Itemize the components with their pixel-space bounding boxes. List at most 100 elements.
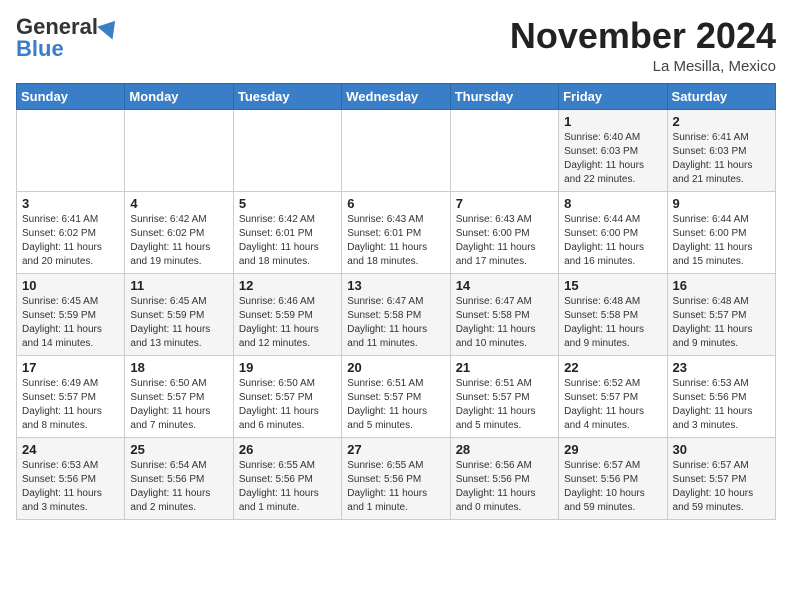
- table-row: 13Sunrise: 6:47 AM Sunset: 5:58 PM Dayli…: [342, 273, 450, 355]
- day-number: 18: [130, 360, 227, 375]
- calendar-week-row: 17 Sunrise: 6:49 AM Sunset: 5:57 PM Dayli…: [17, 355, 776, 437]
- table-row: 15 Sunrise: 6:48 AM Sunset: 5:58 PM Dayli…: [559, 273, 667, 355]
- day-info: Sunrise: 6:53 AM Sunset: 5:56 PM Dayligh…: [22, 459, 119, 515]
- day-number: 25: [130, 442, 227, 457]
- col-thursday: Thursday: [450, 83, 558, 109]
- day-number: 5: [239, 196, 336, 211]
- table-row: 17 Sunrise: 6:49 AM Sunset: 5:57 PM Dayli…: [17, 355, 125, 437]
- table-row: 4 Sunrise: 6:42 AM Sunset: 6:02 PM Daylig…: [125, 191, 233, 273]
- table-row: 3 Sunrise: 6:41 AM Sunset: 6:02 PM Daylig…: [17, 191, 125, 273]
- table-row: [125, 109, 233, 191]
- day-number: 21: [456, 360, 553, 375]
- title-block: November 2024 La Mesilla, Mexico: [510, 16, 776, 75]
- day-number: 4: [130, 196, 227, 211]
- day-number: 26: [239, 442, 336, 457]
- day-info: Sunrise: 6:42 AM Sunset: 6:02 PM Dayligh…: [130, 213, 227, 269]
- day-number: 30: [673, 442, 770, 457]
- location: La Mesilla, Mexico: [510, 58, 776, 75]
- day-number: 17: [22, 360, 119, 375]
- day-number: 23: [673, 360, 770, 375]
- day-info: Sunrise: 6:44 AM Sunset: 6:00 PM Dayligh…: [673, 213, 770, 269]
- table-row: 30 Sunrise: 6:57 AM Sunset: 5:57 PM Dayli…: [667, 437, 775, 519]
- day-number: 22: [564, 360, 661, 375]
- day-number: 20: [347, 360, 444, 375]
- day-number: 8: [564, 196, 661, 211]
- day-number: 12: [239, 278, 336, 293]
- day-number: 11: [130, 278, 227, 293]
- day-info: Sunrise: 6:50 AM Sunset: 5:57 PM Dayligh…: [130, 377, 227, 433]
- day-number: 14: [456, 278, 553, 293]
- table-row: 9Sunrise: 6:44 AM Sunset: 6:00 PM Daylig…: [667, 191, 775, 273]
- table-row: 7Sunrise: 6:43 AM Sunset: 6:00 PM Daylig…: [450, 191, 558, 273]
- day-number: 1: [564, 114, 661, 129]
- day-info: Sunrise: 6:48 AM Sunset: 5:58 PM Dayligh…: [564, 295, 661, 351]
- table-row: 25Sunrise: 6:54 AM Sunset: 5:56 PM Dayli…: [125, 437, 233, 519]
- day-info: Sunrise: 6:49 AM Sunset: 5:57 PM Dayligh…: [22, 377, 119, 433]
- day-info: Sunrise: 6:41 AM Sunset: 6:03 PM Dayligh…: [673, 131, 770, 187]
- table-row: [450, 109, 558, 191]
- day-number: 7: [456, 196, 553, 211]
- table-row: 1 Sunrise: 6:40 AM Sunset: 6:03 PM Daylig…: [559, 109, 667, 191]
- day-info: Sunrise: 6:43 AM Sunset: 6:01 PM Dayligh…: [347, 213, 444, 269]
- table-row: 28Sunrise: 6:56 AM Sunset: 5:56 PM Dayli…: [450, 437, 558, 519]
- day-info: Sunrise: 6:51 AM Sunset: 5:57 PM Dayligh…: [456, 377, 553, 433]
- table-row: 19 Sunrise: 6:50 AM Sunset: 5:57 PM Dayli…: [233, 355, 341, 437]
- col-tuesday: Tuesday: [233, 83, 341, 109]
- day-info: Sunrise: 6:41 AM Sunset: 6:02 PM Dayligh…: [22, 213, 119, 269]
- day-info: Sunrise: 6:45 AM Sunset: 5:59 PM Dayligh…: [130, 295, 227, 351]
- day-number: 19: [239, 360, 336, 375]
- day-number: 6: [347, 196, 444, 211]
- day-info: Sunrise: 6:55 AM Sunset: 5:56 PM Dayligh…: [239, 459, 336, 515]
- page: General Blue November 2024 La Mesilla, M…: [0, 0, 792, 530]
- day-info: Sunrise: 6:48 AM Sunset: 5:57 PM Dayligh…: [673, 295, 770, 351]
- day-info: Sunrise: 6:46 AM Sunset: 5:59 PM Dayligh…: [239, 295, 336, 351]
- table-row: 21 Sunrise: 6:51 AM Sunset: 5:57 PM Dayli…: [450, 355, 558, 437]
- table-row: 5 Sunrise: 6:42 AM Sunset: 6:01 PM Daylig…: [233, 191, 341, 273]
- col-sunday: Sunday: [17, 83, 125, 109]
- day-info: Sunrise: 6:51 AM Sunset: 5:57 PM Dayligh…: [347, 377, 444, 433]
- day-info: Sunrise: 6:53 AM Sunset: 5:56 PM Dayligh…: [673, 377, 770, 433]
- table-row: 12 Sunrise: 6:46 AM Sunset: 5:59 PM Dayli…: [233, 273, 341, 355]
- table-row: 27Sunrise: 6:55 AM Sunset: 5:56 PM Dayli…: [342, 437, 450, 519]
- logo-triangle-icon: [97, 14, 123, 39]
- calendar-week-row: 24Sunrise: 6:53 AM Sunset: 5:56 PM Dayli…: [17, 437, 776, 519]
- calendar-week-row: 1 Sunrise: 6:40 AM Sunset: 6:03 PM Daylig…: [17, 109, 776, 191]
- day-number: 3: [22, 196, 119, 211]
- day-info: Sunrise: 6:55 AM Sunset: 5:56 PM Dayligh…: [347, 459, 444, 515]
- table-row: 22 Sunrise: 6:52 AM Sunset: 5:57 PM Dayli…: [559, 355, 667, 437]
- day-info: Sunrise: 6:52 AM Sunset: 5:57 PM Dayligh…: [564, 377, 661, 433]
- table-row: 23 Sunrise: 6:53 AM Sunset: 5:56 PM Dayli…: [667, 355, 775, 437]
- table-row: [342, 109, 450, 191]
- table-row: 11 Sunrise: 6:45 AM Sunset: 5:59 PM Dayli…: [125, 273, 233, 355]
- day-info: Sunrise: 6:40 AM Sunset: 6:03 PM Dayligh…: [564, 131, 661, 187]
- table-row: 14 Sunrise: 6:47 AM Sunset: 5:58 PM Dayli…: [450, 273, 558, 355]
- header: General Blue November 2024 La Mesilla, M…: [16, 16, 776, 75]
- day-info: Sunrise: 6:57 AM Sunset: 5:57 PM Dayligh…: [673, 459, 770, 515]
- table-row: 18 Sunrise: 6:50 AM Sunset: 5:57 PM Dayli…: [125, 355, 233, 437]
- day-info: Sunrise: 6:42 AM Sunset: 6:01 PM Dayligh…: [239, 213, 336, 269]
- day-number: 29: [564, 442, 661, 457]
- table-row: [233, 109, 341, 191]
- table-row: 29Sunrise: 6:57 AM Sunset: 5:56 PM Dayli…: [559, 437, 667, 519]
- day-info: Sunrise: 6:50 AM Sunset: 5:57 PM Dayligh…: [239, 377, 336, 433]
- day-number: 16: [673, 278, 770, 293]
- table-row: 6 Sunrise: 6:43 AM Sunset: 6:01 PM Daylig…: [342, 191, 450, 273]
- table-row: 26 Sunrise: 6:55 AM Sunset: 5:56 PM Dayli…: [233, 437, 341, 519]
- table-row: 8Sunrise: 6:44 AM Sunset: 6:00 PM Daylig…: [559, 191, 667, 273]
- day-number: 13: [347, 278, 444, 293]
- col-saturday: Saturday: [667, 83, 775, 109]
- calendar-week-row: 3 Sunrise: 6:41 AM Sunset: 6:02 PM Daylig…: [17, 191, 776, 273]
- month-title: November 2024: [510, 16, 776, 56]
- table-row: 20 Sunrise: 6:51 AM Sunset: 5:57 PM Dayli…: [342, 355, 450, 437]
- day-number: 2: [673, 114, 770, 129]
- day-info: Sunrise: 6:56 AM Sunset: 5:56 PM Dayligh…: [456, 459, 553, 515]
- table-row: 24Sunrise: 6:53 AM Sunset: 5:56 PM Dayli…: [17, 437, 125, 519]
- table-row: 10Sunrise: 6:45 AM Sunset: 5:59 PM Dayli…: [17, 273, 125, 355]
- day-info: Sunrise: 6:47 AM Sunset: 5:58 PM Dayligh…: [456, 295, 553, 351]
- day-number: 10: [22, 278, 119, 293]
- calendar-header-row: Sunday Monday Tuesday Wednesday Thursday…: [17, 83, 776, 109]
- day-number: 15: [564, 278, 661, 293]
- table-row: 16 Sunrise: 6:48 AM Sunset: 5:57 PM Dayli…: [667, 273, 775, 355]
- calendar-week-row: 10 Sunrise: 6:45 AM Sunset: 5:59 PM Dayli…: [17, 273, 776, 355]
- calendar: Sunday Monday Tuesday Wednesday Thursday…: [16, 83, 776, 520]
